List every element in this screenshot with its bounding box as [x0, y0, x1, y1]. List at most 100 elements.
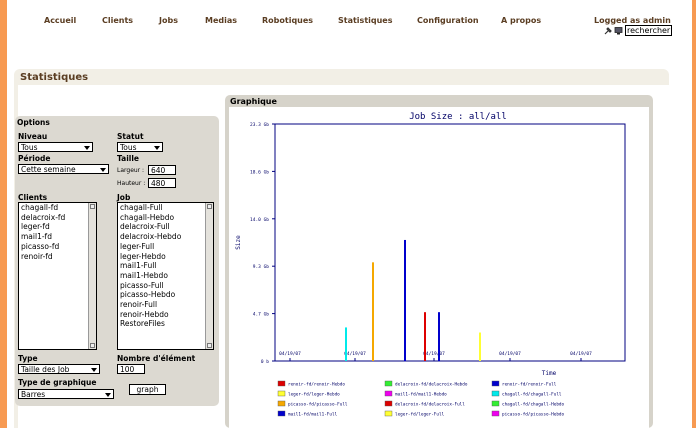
list-item[interactable]: leger-Full	[118, 242, 213, 252]
bar	[404, 239, 406, 361]
legend-swatch	[384, 400, 393, 407]
tool-icon[interactable]	[604, 26, 612, 35]
bar	[479, 332, 481, 361]
x-tick-label: 04/19/07	[423, 351, 445, 357]
largeur-label: Largeur :	[117, 167, 145, 174]
list-item[interactable]: picasso-fd	[19, 242, 96, 252]
job-size-chart: Job Size : all/all 0 b 4.7 Gb 9.3 Gb 14.0 Gb…	[235, 112, 626, 418]
graph-panel: Graphique Job Size : all/all 0 b 4.7 Gb 9.3…	[225, 95, 653, 428]
x-tick-label: 04/19/07	[279, 351, 301, 357]
hauteur-input[interactable]: 480	[148, 178, 176, 188]
plot-frame	[274, 123, 626, 362]
bar	[424, 312, 426, 361]
chevron-down-icon	[84, 146, 90, 150]
options-panel: Options Niveau Tous Statut Tous Période …	[15, 116, 219, 406]
legend-swatch	[384, 380, 393, 387]
legend-entry: leger-fd/leger-Full	[395, 412, 445, 418]
legend-entry: renoir-fd/renoir-Full	[502, 382, 557, 388]
list-item[interactable]: picasso-Hebdo	[118, 290, 213, 300]
list-item[interactable]: chagall-Hebdo	[118, 213, 213, 223]
statut-label: Statut	[117, 132, 144, 141]
y-tick-label: 23.3 Gb	[250, 122, 269, 128]
job-label: Job	[117, 193, 131, 202]
options-title: Options	[17, 118, 50, 127]
legend-entry: mail1-fd/mail1-Full	[288, 412, 338, 418]
y-tick-label: 0 b	[261, 359, 269, 365]
graph-button[interactable]: graph	[129, 384, 166, 395]
list-item[interactable]: chagall-Full	[118, 203, 213, 213]
statut-select[interactable]: Tous	[117, 142, 163, 152]
x-tick-label: 04/19/07	[344, 351, 366, 357]
list-item[interactable]: leger-fd	[19, 222, 96, 232]
legend-swatch	[491, 400, 500, 407]
search-area: rechercher	[604, 25, 673, 36]
y-tick-label: 18.6 Gb	[250, 169, 269, 175]
legend-entry: delacroix-fd/delacroix-Full	[395, 402, 465, 408]
scroll-down-icon[interactable]	[207, 343, 212, 348]
nav-jobs[interactable]: Jobs	[159, 16, 178, 25]
clients-scrollbar[interactable]	[88, 203, 96, 349]
y-tick-label: 9.3 Gb	[253, 264, 270, 270]
list-item[interactable]: delacroix-Hebdo	[118, 232, 213, 242]
list-item[interactable]: mail1-fd	[19, 232, 96, 242]
periode-select[interactable]: Cette semaine	[18, 164, 109, 174]
bar	[438, 312, 440, 361]
y-axis-label: Size	[235, 235, 242, 250]
nav-accueil[interactable]: Accueil	[44, 16, 76, 25]
legend-entry: picasso-fd/picasso-Hebdo	[502, 412, 564, 418]
legend-swatch	[277, 380, 286, 387]
list-item[interactable]: picasso-Full	[118, 281, 213, 291]
niveau-select[interactable]: Tous	[18, 142, 93, 152]
legend-swatch	[277, 400, 286, 407]
hauteur-label: Hauteur :	[117, 180, 146, 187]
legend-swatch	[491, 410, 500, 417]
legend-entry: chagall-fd/chagall-Full	[502, 392, 562, 398]
scroll-down-icon[interactable]	[90, 343, 95, 348]
y-tick-label: 14.0 Gb	[250, 217, 269, 223]
nav-medias[interactable]: Medias	[205, 16, 237, 25]
legend-entry: renoir-fd/renoir-Hebdo	[288, 382, 345, 388]
legend-swatch	[384, 390, 393, 397]
list-item[interactable]: renoir-fd	[19, 252, 96, 262]
nav-a-propos[interactable]: A propos	[501, 16, 541, 25]
legend-entry: leger-fd/leger-Hebdo	[288, 392, 340, 398]
chevron-down-icon	[100, 168, 106, 172]
nav-configuration[interactable]: Configuration	[417, 16, 479, 25]
logged-in-label: Logged as admin	[594, 16, 671, 25]
graph-type-select[interactable]: Barres	[18, 389, 114, 399]
largeur-input[interactable]: 640	[148, 165, 176, 175]
search-button[interactable]: rechercher	[625, 25, 673, 36]
legend-entry: delacroix-fd/delacroix-Hebdo	[395, 382, 468, 388]
type-select[interactable]: Taille des Job	[18, 364, 100, 374]
list-item[interactable]: renoir-Full	[118, 300, 213, 310]
nav-statistiques[interactable]: Statistiques	[338, 16, 393, 25]
y-tick-label: 4.7 Gb	[253, 312, 270, 318]
list-item[interactable]: mail1-Full	[118, 261, 213, 271]
list-item[interactable]: delacroix-fd	[19, 213, 96, 223]
list-item[interactable]: leger-Hebdo	[118, 252, 213, 262]
list-item[interactable]: mail1-Hebdo	[118, 271, 213, 281]
x-axis-label: Time	[542, 370, 557, 377]
list-item[interactable]: chagall-fd	[19, 203, 96, 213]
list-item[interactable]: renoir-Hebdo	[118, 310, 213, 320]
nav-robotiques[interactable]: Robotiques	[262, 16, 313, 25]
nav-clients[interactable]: Clients	[102, 16, 133, 25]
clients-label: Clients	[18, 193, 48, 202]
niveau-label: Niveau	[18, 132, 48, 141]
legend-swatch	[277, 390, 286, 397]
legend-swatch	[491, 380, 500, 387]
jobs-listbox[interactable]: chagall-Full chagall-Hebdo delacroix-Ful…	[117, 202, 214, 350]
nombre-input[interactable]: 100	[117, 364, 145, 374]
x-tick-label: 04/19/07	[570, 351, 592, 357]
clients-listbox[interactable]: chagall-fd delacroix-fd leger-fd mail1-f…	[18, 202, 97, 350]
chevron-down-icon	[154, 146, 160, 150]
list-item[interactable]: delacroix-Full	[118, 222, 213, 232]
chevron-down-icon	[91, 368, 97, 372]
scroll-up-icon[interactable]	[90, 204, 95, 209]
legend-swatch	[491, 390, 500, 397]
graph-panel-title: Graphique	[230, 97, 277, 106]
monitor-icon[interactable]	[614, 26, 623, 35]
jobs-scrollbar[interactable]	[205, 203, 213, 349]
scroll-up-icon[interactable]	[207, 204, 212, 209]
list-item[interactable]: RestoreFiles	[118, 319, 213, 329]
